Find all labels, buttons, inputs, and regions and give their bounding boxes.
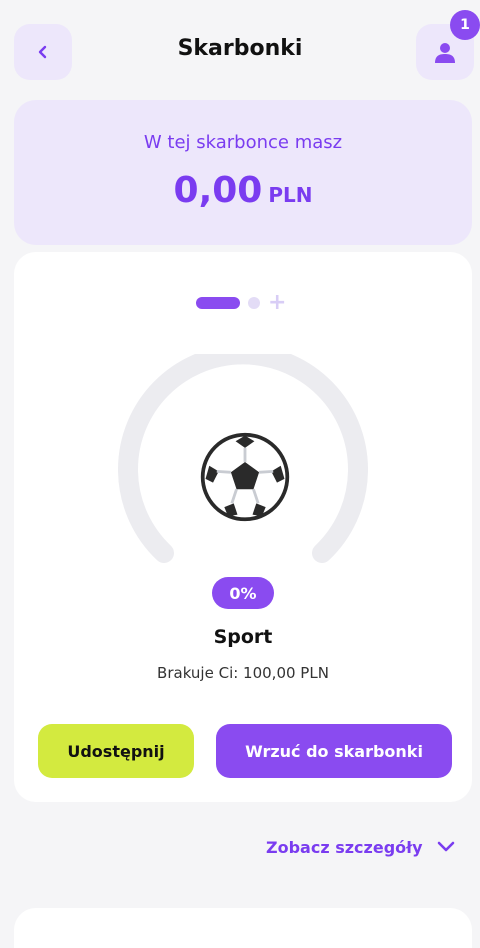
plus-icon[interactable]: + [268,292,286,314]
deposit-button[interactable]: Wrzuć do skarbonki [216,724,452,778]
progress-percent-badge: 0% [212,577,274,609]
notification-badge: 1 [450,10,480,40]
page-dot[interactable] [248,297,260,309]
share-button[interactable]: Udostępnij [38,724,194,778]
goal-missing-amount: Brakuje Ci: 100,00 PLN [157,664,329,682]
top-bar: Skarbonki 1 [0,0,480,100]
chevron-down-icon [437,841,454,852]
details-link[interactable]: Zobacz szczegóły [266,832,455,862]
balance-currency: PLN [268,183,313,207]
page-indicator: + [196,292,286,314]
page-dot-active[interactable] [196,297,240,309]
goal-name: Sport [213,626,273,648]
balance-value: 0,00 [173,170,263,211]
page-title: Skarbonki [177,36,303,61]
next-section-card [14,908,472,948]
balance-amount: 0,00 PLN [14,170,472,211]
balance-label: W tej skarbonce masz [143,132,343,153]
balance-card: W tej skarbonce masz 0,00 PLN [14,100,472,245]
details-label: Zobacz szczegóły [266,837,423,857]
piggybank-card: + 0% Sport Brakuje Ci: 100,00 PLN Udostę… [14,252,472,802]
user-icon [435,43,455,63]
soccer-ball-icon [200,432,290,522]
